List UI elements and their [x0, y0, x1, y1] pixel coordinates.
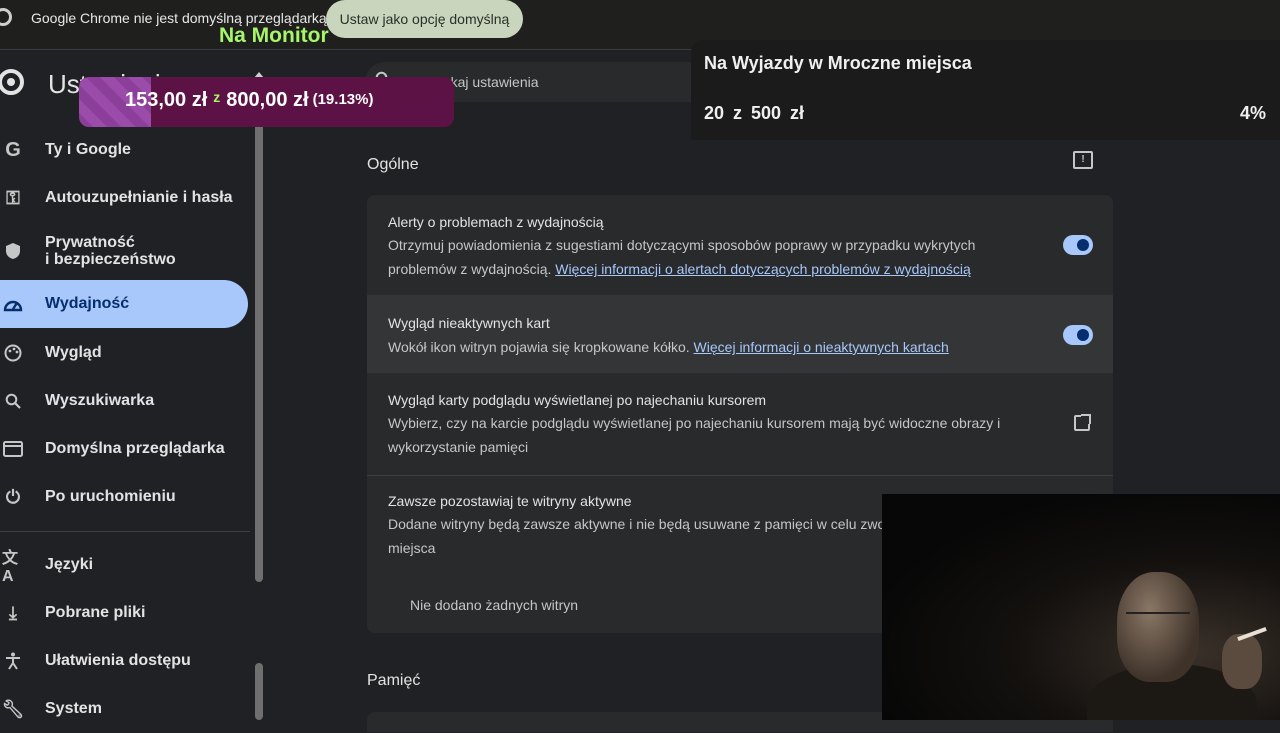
- monitor-label: Na Monitor: [219, 24, 329, 47]
- performance-alerts-toggle[interactable]: [1063, 235, 1093, 255]
- chrome-icon: [0, 8, 12, 26]
- sidebar-item-label: Po uruchomieniu: [45, 488, 176, 505]
- no-sites-label: Nie dodano żadnych witryn: [410, 597, 579, 613]
- translate-icon: 文A: [2, 550, 19, 585]
- sidebar-item-label: Wydajność: [45, 295, 130, 312]
- section-title-general: Ogólne: [367, 156, 419, 173]
- webcam-person-glasses: [1126, 612, 1190, 624]
- download-icon: ⤓: [9, 602, 17, 623]
- set-default-button[interactable]: Ustaw jako opcję domyślną: [326, 0, 523, 38]
- sidebar-item-autofill[interactable]: ⚿ Autouzupełnianie i hasła: [0, 174, 248, 222]
- goal-widget: Na Wyjazdy w Mroczne miejsca 20 z 500 zł…: [691, 40, 1280, 140]
- setting-description: Dodane witryny będą zawsze aktywne i nie…: [388, 516, 886, 556]
- setting-description-text: Wokół ikon witryn pojawia się kropkowane…: [388, 339, 690, 355]
- setting-row-hover-card[interactable]: Wygląd karty podglądu wyświetlanej po na…: [367, 373, 1113, 475]
- palette-icon: [2, 342, 24, 364]
- sidebar-item-on-startup[interactable]: ⏻ Po uruchomieniu: [0, 473, 248, 521]
- wrench-icon: 🔧︎: [1, 698, 25, 719]
- webcam-person-hand: [1222, 634, 1262, 689]
- chrome-logo-icon: [0, 69, 24, 95]
- setting-title: Zawsze pozostawiaj te witryny aktywne: [388, 493, 632, 509]
- setting-title: Alerty o problemach z wydajnością: [388, 214, 604, 230]
- browser-icon: [2, 438, 24, 460]
- learn-more-link[interactable]: Więcej informacji o alertach dotyczących…: [555, 261, 971, 277]
- sidebar-item-label: System: [45, 700, 102, 717]
- sidebar-item-label: Autouzupełnianie i hasła: [45, 189, 233, 206]
- sidebar-item-label: Wygląd: [45, 344, 102, 361]
- search-icon: [2, 390, 24, 412]
- sidebar-item-performance[interactable]: Wydajność: [0, 280, 248, 328]
- settings-sidebar: Ustawienia G Ty i Google ⚿ Autouzupełnia…: [0, 51, 268, 720]
- key-icon: ⚿: [6, 187, 20, 208]
- power-icon: ⏻: [5, 486, 21, 507]
- webcam-person-head: [1117, 572, 1199, 682]
- sidebar-item-label: Wyszukiwarka: [45, 392, 155, 409]
- setting-description: Otrzymuj powiadomienia z sugestiami doty…: [388, 233, 1028, 281]
- goal-percent: 4%: [1239, 103, 1266, 123]
- google-icon: G: [5, 138, 21, 161]
- donation-percent: (19.13%): [312, 91, 374, 108]
- goal-title: Na Wyjazdy w Mroczne miejsca: [704, 53, 972, 73]
- donation-progress-bar: 153,00 zł z 800,00 zł (19.13%): [79, 77, 454, 127]
- sidebar-item-system[interactable]: 🔧︎ System: [0, 685, 248, 733]
- learn-more-link[interactable]: Więcej informacji o nieaktywnych kartach: [694, 339, 949, 355]
- sidebar-item-label: Pobrane pliki: [45, 604, 146, 621]
- section-title-memory: Pamięć: [367, 672, 421, 689]
- sidebar-item-label: Ty i Google: [45, 141, 131, 158]
- feedback-icon[interactable]: !: [1073, 151, 1093, 169]
- speedometer-icon: [2, 293, 24, 315]
- donation-current: 153,00 zł: [125, 89, 208, 111]
- setting-row-inactive-tabs: Wygląd nieaktywnych kart Wokół ikon witr…: [367, 295, 1113, 373]
- accessibility-icon: [2, 650, 24, 672]
- setting-description: Wokół ikon witryn pojawia się kropkowane…: [388, 335, 1028, 359]
- setting-title: Wygląd karty podglądu wyświetlanej po na…: [388, 392, 767, 408]
- webcam-feed: [882, 494, 1280, 720]
- sidebar-item-default-browser[interactable]: Domyślna przeglądarka: [0, 425, 248, 473]
- donation-target: 800,00 zł: [226, 89, 309, 111]
- sidebar-scrollbar-lower[interactable]: [255, 663, 263, 720]
- inactive-tabs-toggle[interactable]: [1063, 325, 1093, 345]
- donation-amount: 153,00 zł z 800,00 zł (19.13%): [125, 89, 373, 112]
- setting-title: Wygląd nieaktywnych kart: [388, 315, 550, 331]
- sidebar-item-appearance[interactable]: Wygląd: [0, 329, 248, 377]
- sidebar-item-label: Prywatność i bezpieczeństwo: [45, 234, 176, 268]
- setting-row-performance-alerts: Alerty o problemach z wydajnością Otrzym…: [367, 195, 1113, 295]
- setting-description: Wybierz, czy na karcie podglądu wyświetl…: [388, 415, 1001, 455]
- donation-separator: z: [213, 89, 221, 105]
- sidebar-item-search-engine[interactable]: Wyszukiwarka: [0, 377, 248, 425]
- sidebar-item-label: Języki: [45, 556, 94, 573]
- sidebar-scrollbar[interactable]: [255, 87, 263, 582]
- sidebar-item-downloads[interactable]: ⤓ Pobrane pliki: [0, 589, 248, 637]
- sidebar-item-label: Ułatwienia dostępu: [45, 652, 191, 669]
- sidebar-item-label: Domyślna przeglądarka: [45, 440, 225, 457]
- sidebar-divider: [0, 531, 250, 532]
- external-link-icon[interactable]: [1074, 414, 1091, 431]
- sidebar-item-you-and-google[interactable]: G Ty i Google: [0, 126, 248, 174]
- shield-icon: [2, 240, 24, 262]
- sidebar-item-accessibility[interactable]: Ułatwienia dostępu: [0, 637, 248, 685]
- goal-value: 20 z 500 zł: [704, 103, 805, 123]
- sidebar-item-languages[interactable]: 文A Języki: [0, 541, 248, 589]
- sidebar-item-privacy[interactable]: Prywatność i bezpieczeństwo: [0, 227, 248, 275]
